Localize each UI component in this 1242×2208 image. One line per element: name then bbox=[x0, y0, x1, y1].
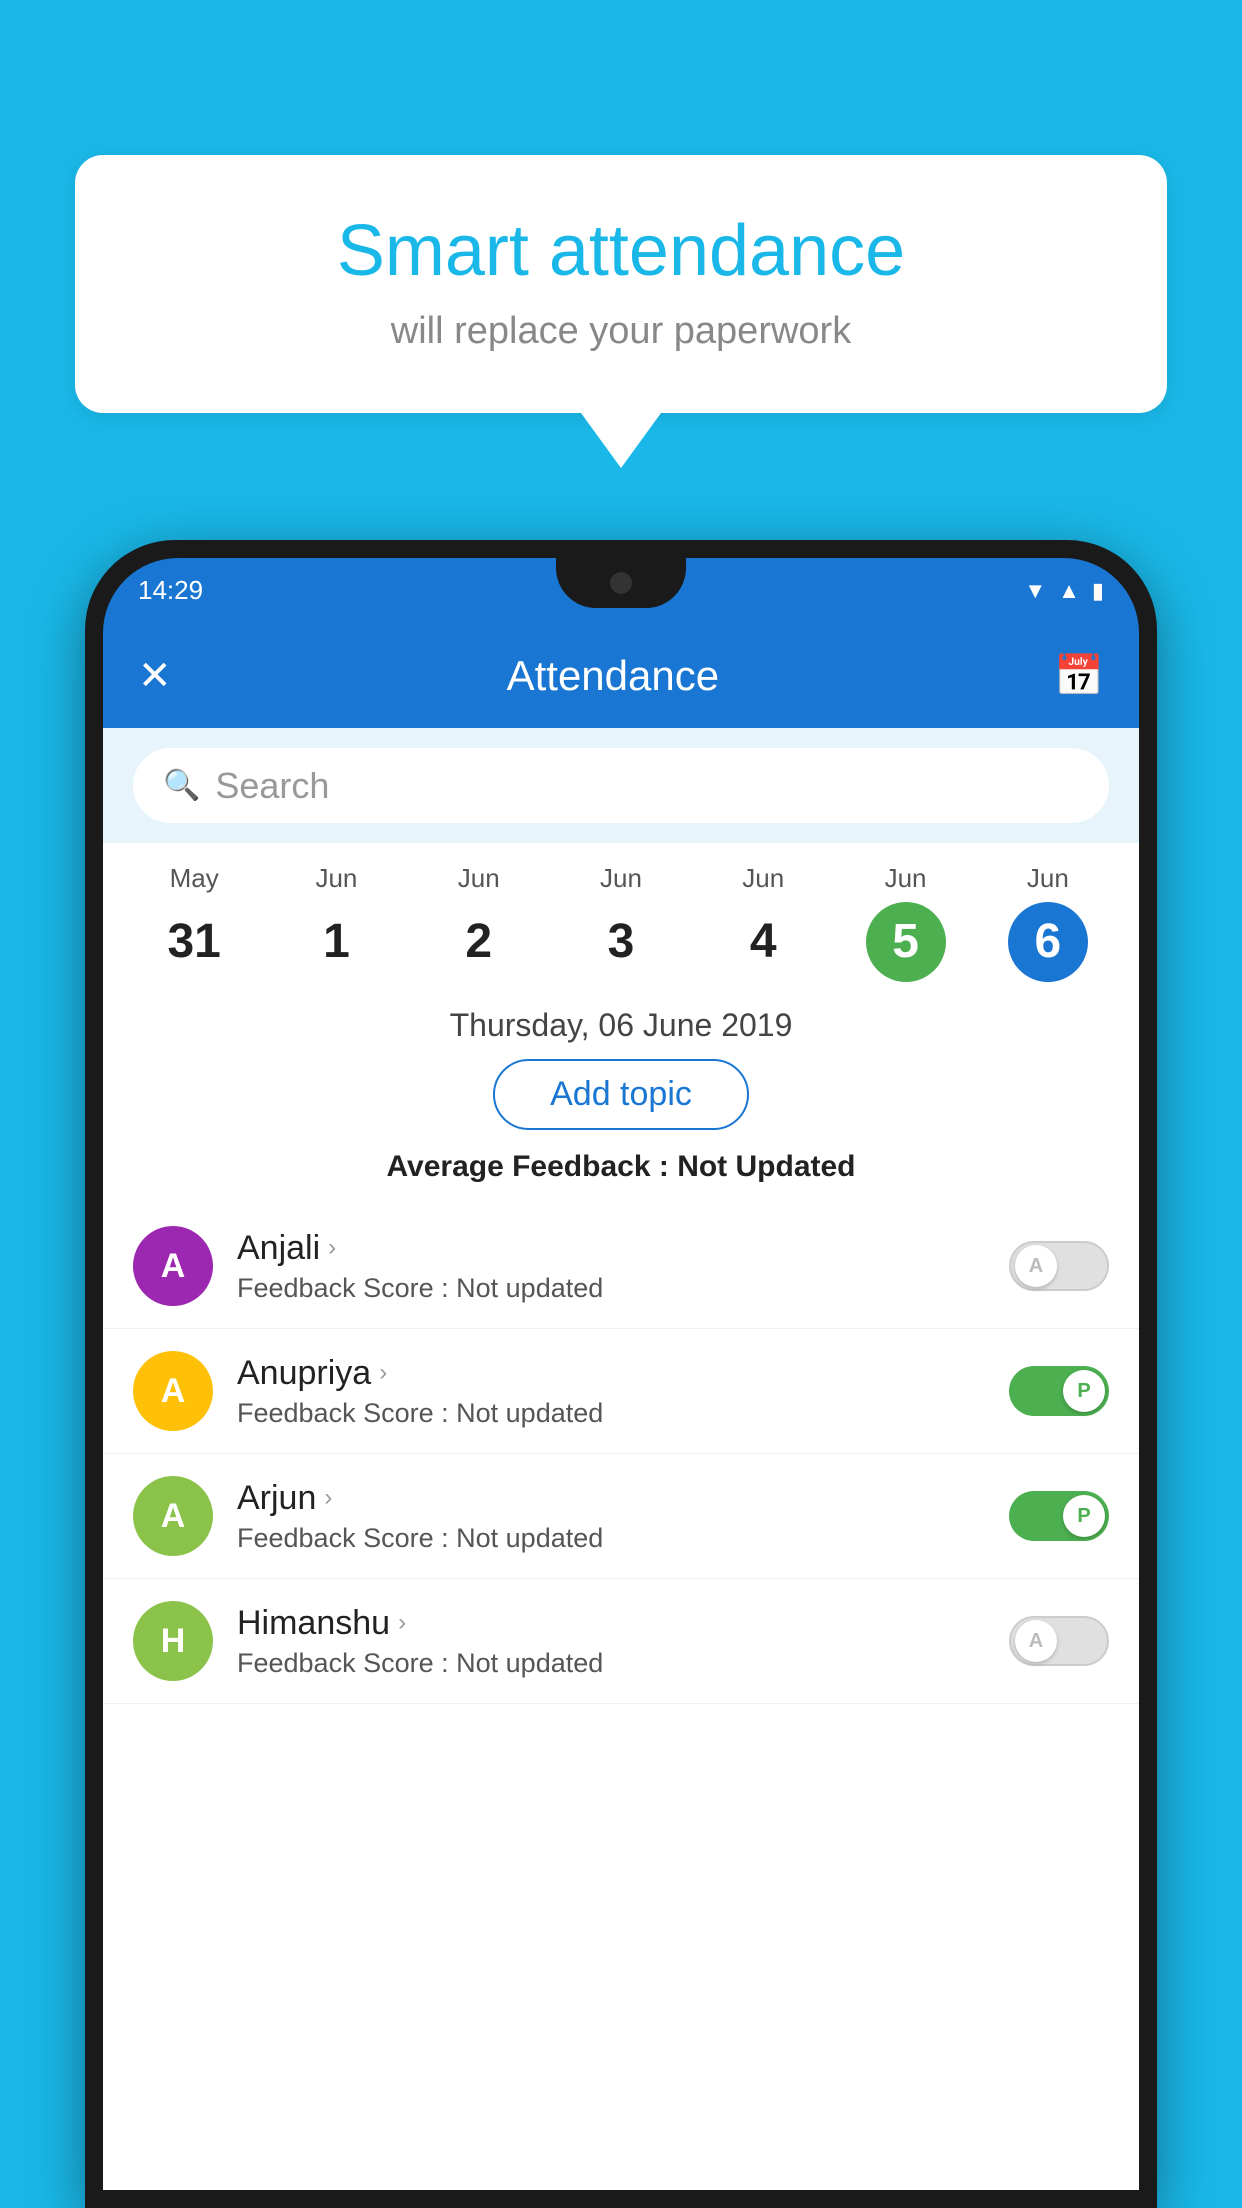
calendar-month-1: Jun bbox=[265, 863, 407, 894]
status-time: 14:29 bbox=[138, 575, 203, 606]
calendar-date-1: 1 bbox=[296, 902, 376, 982]
calendar-month-6: Jun bbox=[977, 863, 1119, 894]
calendar-month-4: Jun bbox=[692, 863, 834, 894]
selected-date-label: Thursday, 06 June 2019 bbox=[103, 982, 1139, 1059]
speech-bubble-title: Smart attendance bbox=[135, 210, 1107, 292]
student-info-2: Arjun › Feedback Score : Not updated bbox=[237, 1479, 1009, 1554]
speech-bubble-pointer bbox=[581, 413, 661, 468]
student-list: A Anjali › Feedback Score : Not updated bbox=[103, 1204, 1139, 1704]
student-item-1[interactable]: A Anupriya › Feedback Score : Not update… bbox=[103, 1329, 1139, 1454]
wifi-icon: ▼ bbox=[1024, 578, 1046, 604]
toggle-knob-2: P bbox=[1063, 1495, 1105, 1537]
avatar-2: A bbox=[133, 1476, 213, 1556]
student-name-1: Anupriya › bbox=[237, 1354, 1009, 1393]
calendar-row: May 31 Jun 1 Jun 2 Jun 3 bbox=[103, 843, 1139, 982]
chevron-icon-0: › bbox=[328, 1234, 336, 1262]
avg-feedback-value: Not Updated bbox=[677, 1150, 855, 1183]
toggle-knob-1: P bbox=[1063, 1370, 1105, 1412]
avatar-0: A bbox=[133, 1226, 213, 1306]
student-feedback-3: Feedback Score : Not updated bbox=[237, 1648, 1009, 1679]
chevron-icon-3: › bbox=[398, 1609, 406, 1637]
avatar-3: H bbox=[133, 1601, 213, 1681]
toggle-0[interactable]: A bbox=[1009, 1241, 1109, 1291]
student-name-0: Anjali › bbox=[237, 1229, 1009, 1268]
calendar-date-6: 6 bbox=[1008, 902, 1088, 982]
calendar-month-5: Jun bbox=[834, 863, 976, 894]
student-info-3: Himanshu › Feedback Score : Not updated bbox=[237, 1604, 1009, 1679]
toggle-2[interactable]: P bbox=[1009, 1491, 1109, 1541]
avatar-1: A bbox=[133, 1351, 213, 1431]
toggle-container-2[interactable]: P bbox=[1009, 1491, 1109, 1541]
student-feedback-0: Feedback Score : Not updated bbox=[237, 1273, 1009, 1304]
phone-inner: 14:29 ▼ ▲ ▮ ✕ Attendance 📅 🔍 Search bbox=[103, 558, 1139, 2190]
calendar-day-0[interactable]: May 31 bbox=[123, 863, 265, 982]
calendar-date-0: 31 bbox=[154, 902, 234, 982]
search-bar[interactable]: 🔍 Search bbox=[133, 748, 1109, 823]
calendar-month-2: Jun bbox=[408, 863, 550, 894]
chevron-icon-1: › bbox=[379, 1359, 387, 1387]
close-icon[interactable]: ✕ bbox=[138, 653, 172, 699]
student-item-2[interactable]: A Arjun › Feedback Score : Not updated bbox=[103, 1454, 1139, 1579]
calendar-date-4: 4 bbox=[723, 902, 803, 982]
toggle-container-1[interactable]: P bbox=[1009, 1366, 1109, 1416]
battery-icon: ▮ bbox=[1092, 578, 1104, 604]
screen-content: 🔍 Search May 31 Jun 1 Jun bbox=[103, 728, 1139, 2190]
student-item-0[interactable]: A Anjali › Feedback Score : Not updated bbox=[103, 1204, 1139, 1329]
avg-feedback-label: Average Feedback : bbox=[386, 1150, 668, 1183]
toggle-container-0[interactable]: A bbox=[1009, 1241, 1109, 1291]
status-icons: ▼ ▲ ▮ bbox=[1024, 578, 1104, 604]
calendar-icon[interactable]: 📅 bbox=[1054, 652, 1104, 699]
student-info-0: Anjali › Feedback Score : Not updated bbox=[237, 1229, 1009, 1304]
calendar-date-5: 5 bbox=[866, 902, 946, 982]
speech-bubble-container: Smart attendance will replace your paper… bbox=[75, 155, 1167, 468]
notch-camera bbox=[610, 572, 632, 594]
student-name-2: Arjun › bbox=[237, 1479, 1009, 1518]
app-bar-title: Attendance bbox=[172, 652, 1055, 700]
toggle-3[interactable]: A bbox=[1009, 1616, 1109, 1666]
app-bar: ✕ Attendance 📅 bbox=[103, 623, 1139, 728]
calendar-month-0: May bbox=[123, 863, 265, 894]
calendar-day-2[interactable]: Jun 2 bbox=[408, 863, 550, 982]
calendar-date-2: 2 bbox=[439, 902, 519, 982]
notch bbox=[556, 558, 686, 608]
student-item-3[interactable]: H Himanshu › Feedback Score : Not update… bbox=[103, 1579, 1139, 1704]
calendar-day-5[interactable]: Jun 5 bbox=[834, 863, 976, 982]
signal-icon: ▲ bbox=[1058, 578, 1080, 604]
calendar-day-6[interactable]: Jun 6 bbox=[977, 863, 1119, 982]
calendar-day-4[interactable]: Jun 4 bbox=[692, 863, 834, 982]
calendar-day-1[interactable]: Jun 1 bbox=[265, 863, 407, 982]
speech-bubble: Smart attendance will replace your paper… bbox=[75, 155, 1167, 413]
calendar-date-3: 3 bbox=[581, 902, 661, 982]
toggle-knob-3: A bbox=[1015, 1620, 1057, 1662]
phone-frame: 14:29 ▼ ▲ ▮ ✕ Attendance 📅 🔍 Search bbox=[85, 540, 1157, 2208]
student-feedback-2: Feedback Score : Not updated bbox=[237, 1523, 1009, 1554]
search-bar-container: 🔍 Search bbox=[103, 728, 1139, 843]
student-name-3: Himanshu › bbox=[237, 1604, 1009, 1643]
toggle-1[interactable]: P bbox=[1009, 1366, 1109, 1416]
chevron-icon-2: › bbox=[324, 1484, 332, 1512]
student-info-1: Anupriya › Feedback Score : Not updated bbox=[237, 1354, 1009, 1429]
add-topic-button[interactable]: Add topic bbox=[493, 1059, 749, 1130]
toggle-container-3[interactable]: A bbox=[1009, 1616, 1109, 1666]
search-placeholder: Search bbox=[215, 765, 329, 807]
calendar-day-3[interactable]: Jun 3 bbox=[550, 863, 692, 982]
student-feedback-1: Feedback Score : Not updated bbox=[237, 1398, 1009, 1429]
toggle-knob-0: A bbox=[1015, 1245, 1057, 1287]
search-icon: 🔍 bbox=[163, 768, 200, 803]
status-bar: 14:29 ▼ ▲ ▮ bbox=[103, 558, 1139, 623]
speech-bubble-subtitle: will replace your paperwork bbox=[135, 310, 1107, 353]
calendar-month-3: Jun bbox=[550, 863, 692, 894]
avg-feedback: Average Feedback : Not Updated bbox=[103, 1150, 1139, 1204]
